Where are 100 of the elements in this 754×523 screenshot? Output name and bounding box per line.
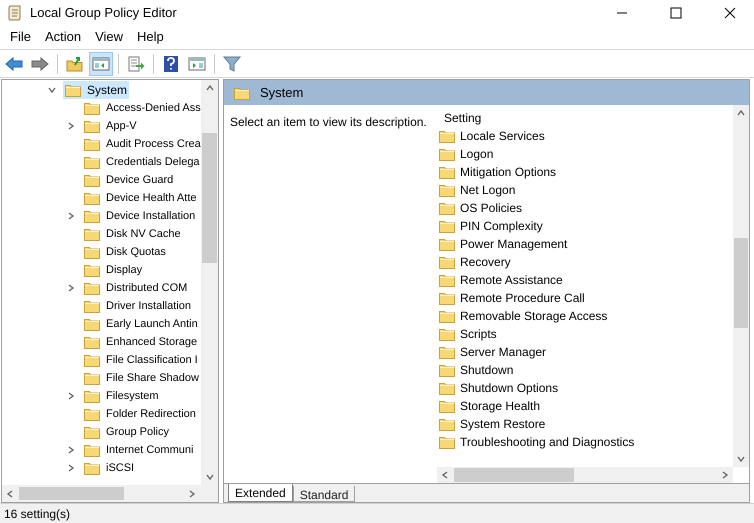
tree-item-label: Filesystem <box>106 388 159 404</box>
horizontal-scrollbar[interactable] <box>437 467 733 483</box>
setting-label: Shutdown <box>460 362 514 379</box>
scroll-left-icon[interactable] <box>440 470 450 480</box>
action-pane-icon[interactable] <box>188 56 206 72</box>
tree-item[interactable]: Disk Quotas <box>82 243 168 261</box>
tree-item[interactable]: Access-Denied Ass <box>82 99 201 117</box>
scroll-right-icon[interactable] <box>187 488 197 498</box>
forward-arrow-icon[interactable] <box>31 56 49 72</box>
folder-icon <box>439 291 455 305</box>
tree-item[interactable]: App-V <box>82 117 139 135</box>
setting-label: Mitigation Options <box>460 164 556 181</box>
tree-item[interactable]: File Share Shadow <box>82 369 201 387</box>
tree-item[interactable]: Driver Installation <box>82 297 193 315</box>
scrollbar-thumb[interactable] <box>454 468 574 482</box>
expander-icon[interactable] <box>66 121 76 131</box>
tree-pane-icon[interactable] <box>92 56 110 72</box>
tree-item[interactable]: System <box>63 81 130 99</box>
back-arrow-icon[interactable] <box>5 56 23 72</box>
folder-icon <box>65 83 81 97</box>
folder-icon <box>439 219 455 233</box>
toolbar-button[interactable] <box>89 52 113 76</box>
tree-item[interactable]: Device Health Atte <box>82 189 198 207</box>
help-icon[interactable] <box>163 54 179 72</box>
setting-row[interactable]: Storage Health <box>439 397 733 415</box>
tree-item[interactable]: Folder Redirection <box>82 405 198 423</box>
setting-row[interactable]: Mitigation Options <box>439 163 733 181</box>
tree-item[interactable]: Enhanced Storage <box>82 333 200 351</box>
view-tab[interactable]: Extended <box>228 484 293 502</box>
scroll-up-icon[interactable] <box>736 108 746 118</box>
export-list-icon[interactable] <box>127 56 145 72</box>
description-text: Select an item to view its description. <box>230 115 427 129</box>
tree-item[interactable]: Credentials Delega <box>82 153 201 171</box>
setting-row[interactable]: System Restore <box>439 415 733 433</box>
tree-item-label: Distributed COM <box>106 280 188 296</box>
setting-label: Remote Assistance <box>460 272 563 289</box>
tree-item[interactable]: iSCSI <box>82 459 136 477</box>
tree-item[interactable]: Device Installation <box>82 207 198 225</box>
tree-item[interactable]: Device Guard <box>82 171 176 189</box>
tree-item[interactable]: Distributed COM <box>82 279 190 297</box>
tree-item[interactable]: Internet Communi <box>82 441 196 459</box>
scroll-down-icon[interactable] <box>736 454 746 464</box>
menu-item[interactable]: File <box>3 25 38 49</box>
setting-row[interactable]: Recovery <box>439 253 733 271</box>
setting-row[interactable]: Server Manager <box>439 343 733 361</box>
tree-item-label: Internet Communi <box>106 442 194 458</box>
menu-item[interactable]: View <box>88 25 130 49</box>
folder-icon <box>84 227 100 241</box>
setting-row[interactable]: Logon <box>439 145 733 163</box>
folder-icon <box>439 129 455 143</box>
tree-item[interactable]: Disk NV Cache <box>82 225 183 243</box>
tree-item[interactable]: Audit Process Crea <box>82 135 201 153</box>
vertical-scrollbar[interactable] <box>733 105 749 467</box>
folder-up-icon[interactable] <box>66 56 84 72</box>
setting-row[interactable]: Locale Services <box>439 127 733 145</box>
setting-row[interactable]: Power Management <box>439 235 733 253</box>
expander-icon[interactable] <box>47 85 57 95</box>
folder-icon <box>84 353 100 367</box>
setting-row[interactable]: Remote Assistance <box>439 271 733 289</box>
tree-item[interactable]: Display <box>82 261 144 279</box>
scroll-left-icon[interactable] <box>5 488 15 498</box>
tree-item[interactable]: Group Policy <box>82 423 171 441</box>
view-tab[interactable]: Standard <box>292 486 356 502</box>
setting-row[interactable]: Shutdown Options <box>439 379 733 397</box>
tree-item[interactable]: File Classification I <box>82 351 200 369</box>
setting-row[interactable]: Removable Storage Access <box>439 307 733 325</box>
maximize-icon[interactable] <box>670 6 682 18</box>
expander-icon[interactable] <box>66 211 76 221</box>
tree-item[interactable]: Early Launch Antin <box>82 315 200 333</box>
tree-item-label: Enhanced Storage <box>106 334 198 350</box>
scrollbar-thumb[interactable] <box>19 487 124 500</box>
tree-item[interactable]: Filesystem <box>82 387 161 405</box>
folder-icon <box>234 86 250 100</box>
scroll-up-icon[interactable] <box>204 83 214 93</box>
setting-row[interactable]: Troubleshooting and Diagnostics <box>439 433 733 451</box>
folder-icon <box>84 209 100 223</box>
expander-icon[interactable] <box>66 283 76 293</box>
horizontal-scrollbar[interactable] <box>2 485 218 502</box>
setting-row[interactable]: Shutdown <box>439 361 733 379</box>
folder-icon <box>84 335 100 349</box>
column-header[interactable]: Setting <box>444 109 482 127</box>
setting-row[interactable]: PIN Complexity <box>439 217 733 235</box>
scrollbar-thumb[interactable] <box>734 238 748 328</box>
tree-item-label: App-V <box>106 118 137 134</box>
expander-icon[interactable] <box>66 391 76 401</box>
setting-row[interactable]: Remote Procedure Call <box>439 289 733 307</box>
tree-item-label: Group Policy <box>106 424 169 440</box>
close-icon[interactable] <box>724 6 736 18</box>
vertical-scrollbar[interactable] <box>201 80 218 485</box>
setting-row[interactable]: OS Policies <box>439 199 733 217</box>
setting-row[interactable]: Net Logon <box>439 181 733 199</box>
menu-item[interactable]: Help <box>130 25 171 49</box>
folder-icon <box>439 237 455 251</box>
scroll-down-icon[interactable] <box>204 472 214 482</box>
setting-label: PIN Complexity <box>460 218 543 235</box>
scroll-right-icon[interactable] <box>720 470 730 480</box>
setting-row[interactable]: Scripts <box>439 325 733 343</box>
scrollbar-thumb[interactable] <box>202 133 217 263</box>
menu-item[interactable]: Action <box>38 25 88 49</box>
setting-label: System Restore <box>460 416 546 433</box>
